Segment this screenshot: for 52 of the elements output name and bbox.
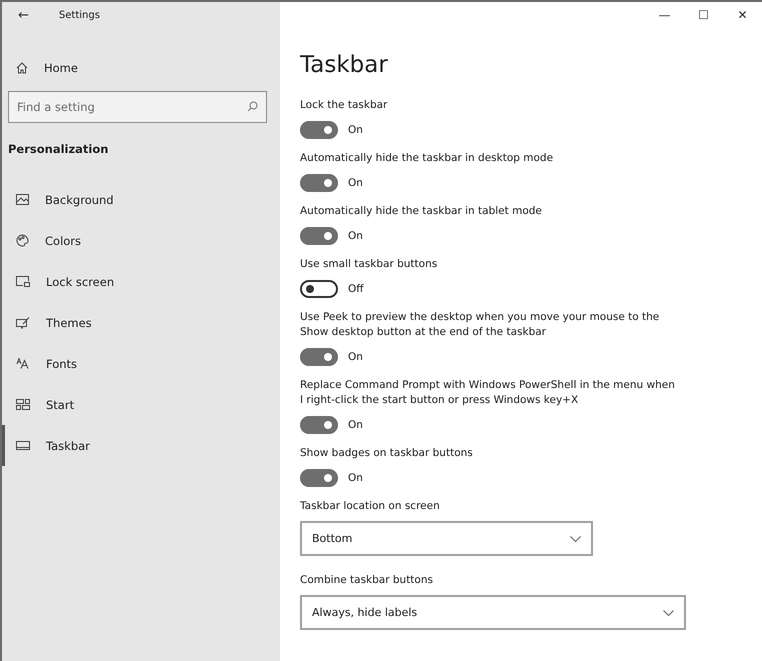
window-title: Settings [58, 10, 100, 20]
taskbar-icon [16, 441, 30, 450]
toggle-switch[interactable] [300, 348, 338, 366]
toggle-state: Off [348, 283, 364, 295]
close-button[interactable]: ✕ [723, 2, 762, 28]
setting-label: Use small taskbar buttons [300, 257, 438, 272]
nav-item[interactable]: Start [2, 384, 280, 425]
nav-item[interactable]: Colors [2, 220, 280, 261]
nav-item[interactable]: Taskbar [2, 425, 280, 466]
search-icon [247, 101, 258, 112]
toggle-switch[interactable] [300, 469, 338, 487]
toggle-state: On [348, 472, 363, 484]
setting-label: Lock the taskbar [300, 98, 388, 113]
themes-icon [16, 316, 30, 328]
image-icon [16, 194, 29, 205]
nav-item[interactable]: Themes [2, 302, 280, 343]
setting-label: Show badges on taskbar buttons [300, 446, 474, 461]
toggle-switch[interactable] [300, 280, 338, 298]
setting-label: Automatically hide the taskbar in desktop mode [300, 151, 554, 166]
chevron-down-icon [570, 536, 581, 542]
toggle-switch[interactable] [300, 227, 338, 245]
setting-label: Replace Command Prompt with Windows PowerShell in the menu when I right-click the start button or press Windows key+X [300, 378, 675, 408]
toggle-switch[interactable] [300, 416, 338, 434]
setting-label: Use Peek to preview the desktop when you move your mouse to the Show desktop button at the end of the taskbar [300, 310, 660, 340]
lock-screen-icon [16, 276, 30, 287]
maximize-button[interactable]: ☐ [684, 2, 723, 28]
page-title: Taskbar [300, 51, 389, 80]
toggle-state: On [348, 124, 363, 136]
back-button[interactable]: ← [14, 8, 33, 22]
home-nav-item[interactable]: Home [2, 47, 280, 88]
home-icon [16, 62, 28, 74]
setting-label: Combine taskbar buttons [300, 573, 434, 588]
dropdown[interactable]: Always, hide labels [300, 595, 686, 630]
nav-item[interactable]: Background [2, 179, 280, 220]
toggle-state: On [348, 177, 363, 189]
start-icon [16, 399, 30, 410]
toggle-state: On [348, 419, 363, 431]
toggle-switch[interactable] [300, 174, 338, 192]
setting-label: Automatically hide the taskbar in tablet mode [300, 204, 543, 219]
chevron-down-icon [663, 610, 674, 616]
minimize-button[interactable]: — [645, 2, 684, 28]
nav-item[interactable]: Lock screen [2, 261, 280, 302]
toggle-state: On [348, 230, 363, 242]
dropdown[interactable]: Bottom [300, 521, 593, 556]
section-heading: Personalization [8, 141, 110, 157]
setting-label: Taskbar location on screen [300, 499, 441, 514]
search-field[interactable]: Find a setting [8, 91, 267, 123]
palette-icon [16, 234, 29, 247]
toggle-state: On [348, 351, 363, 363]
fonts-icon [16, 358, 30, 369]
nav-item[interactable]: Fonts [2, 343, 280, 384]
toggle-switch[interactable] [300, 121, 338, 139]
